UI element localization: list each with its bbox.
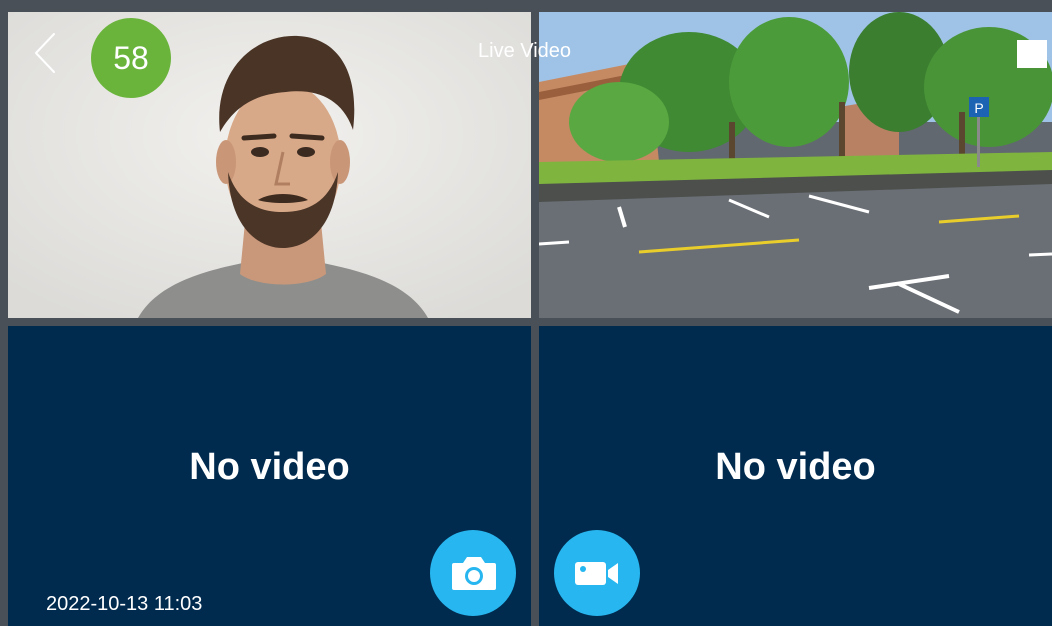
video-grid: P No video No video: [0, 0, 1052, 626]
record-video-button[interactable]: [554, 530, 640, 616]
countdown-badge: 58: [91, 18, 171, 98]
stop-button[interactable]: [1017, 40, 1047, 68]
chevron-left-icon: [35, 33, 55, 73]
back-button[interactable]: [30, 30, 60, 76]
video-panel-2[interactable]: P: [539, 12, 1052, 318]
video-panel-1[interactable]: [8, 12, 531, 318]
person-portrait-image: [8, 12, 531, 318]
no-video-label: No video: [189, 446, 350, 488]
video-camera-icon: [575, 562, 618, 585]
datetime-label: 2022-10-13 11:03: [46, 593, 203, 615]
svg-text:P: P: [974, 100, 983, 116]
parking-lot-image: P: [539, 12, 1052, 318]
page-title: Live Video: [478, 40, 572, 62]
camera-icon: [452, 557, 496, 590]
no-video-label: No video: [715, 446, 876, 488]
snapshot-button[interactable]: [430, 530, 516, 616]
